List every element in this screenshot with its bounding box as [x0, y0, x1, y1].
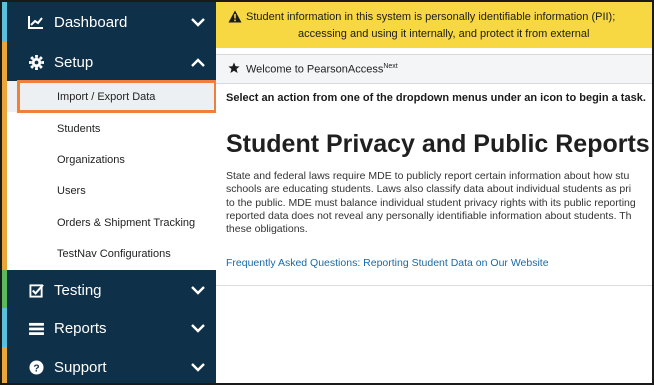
body-line: schools are educating students. Laws als… [226, 183, 632, 196]
welcome-text: Welcome to PearsonAccessNext [246, 63, 398, 76]
sidebar-item-label: Reports [54, 319, 107, 337]
welcome-superscript: Next [383, 63, 398, 70]
submenu-item-label: Orders & Shipment Tracking [57, 216, 196, 229]
sidebar-strip [2, 308, 7, 348]
submenu-item-testnav-config[interactable]: TestNav Configurations [7, 238, 216, 269]
chevron-down-icon[interactable] [190, 320, 206, 336]
submenu-item-users[interactable]: Users [7, 175, 216, 206]
page-title: Student Privacy and Public Reports [226, 130, 650, 158]
sidebar: Dashboard Setup Import / Export Data Stu… [2, 2, 217, 383]
chevron-down-icon[interactable] [190, 359, 206, 375]
body-line: reported data does not reveal any person… [226, 209, 632, 222]
submenu-item-organizations[interactable]: Organizations [7, 144, 216, 175]
chevron-up-icon[interactable] [190, 54, 206, 70]
pii-warning-banner: Student information in this system is pe… [216, 2, 652, 48]
body-paragraph: State and federal laws require MDE to pu… [226, 170, 652, 236]
list-icon [28, 320, 44, 336]
sidebar-strip [2, 270, 7, 310]
chevron-down-icon[interactable] [190, 14, 206, 30]
line-chart-icon [28, 14, 44, 30]
body-line: these obligations. [226, 223, 308, 236]
banner-text-line1: Student information in this system is pe… [246, 11, 616, 23]
sidebar-item-label: Setup [54, 53, 94, 71]
sidebar-item-testing[interactable]: Testing [2, 270, 216, 310]
submenu-item-label: Organizations [57, 153, 125, 166]
sidebar-strip [2, 42, 7, 82]
sidebar-item-label: Testing [54, 281, 102, 299]
star-icon [228, 62, 240, 77]
checkbox-icon [28, 282, 44, 298]
submenu-item-label: Users [57, 184, 86, 197]
app-frame: Dashboard Setup Import / Export Data Stu… [0, 0, 654, 385]
welcome-label: Welcome to PearsonAccess [246, 63, 384, 76]
sidebar-item-label: Dashboard [54, 13, 128, 31]
gear-icon [28, 54, 44, 70]
sidebar-item-reports[interactable]: Reports [2, 308, 216, 348]
chevron-down-icon[interactable] [190, 282, 206, 298]
submenu-item-students[interactable]: Students [7, 113, 216, 144]
submenu-item-label: TestNav Configurations [57, 247, 171, 260]
sidebar-item-support[interactable]: ? Support [2, 347, 216, 383]
question-circle-icon: ? [28, 359, 44, 375]
banner-text-line2: accessing and using it internally, and p… [298, 28, 590, 40]
sidebar-item-setup[interactable]: Setup [2, 42, 216, 82]
warning-icon [228, 10, 242, 26]
sidebar-strip [2, 2, 7, 42]
submenu-item-label: Students [57, 122, 101, 135]
welcome-bar: Welcome to PearsonAccessNext [216, 54, 652, 84]
main-content: Student information in this system is pe… [216, 2, 652, 383]
body-line: State and federal laws require MDE to pu… [226, 170, 630, 182]
body-line: to the public. MDE must balance individu… [226, 196, 636, 209]
highlight-annotation-box [17, 80, 217, 113]
instruction-text: Select an action from one of the dropdow… [226, 92, 646, 104]
divider [216, 285, 652, 286]
sidebar-item-label: Support [54, 358, 107, 376]
submenu-item-orders-shipment[interactable]: Orders & Shipment Tracking [7, 207, 216, 238]
svg-text:?: ? [33, 363, 39, 374]
sidebar-strip [2, 347, 7, 383]
faq-link[interactable]: Frequently Asked Questions: Reporting St… [226, 257, 549, 269]
sidebar-item-dashboard[interactable]: Dashboard [2, 2, 216, 42]
